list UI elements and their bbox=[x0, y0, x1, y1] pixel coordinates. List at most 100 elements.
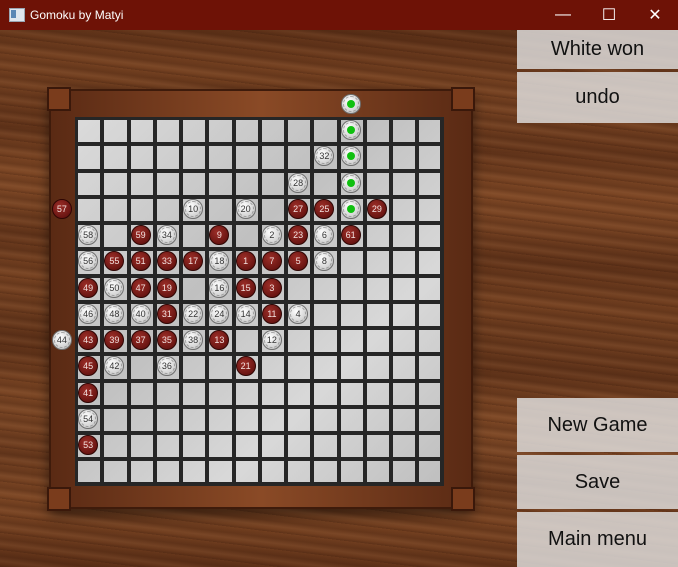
main-menu-button[interactable]: Main menu bbox=[517, 512, 678, 567]
stone-number: 53 bbox=[83, 440, 94, 451]
stone-number: 51 bbox=[135, 256, 146, 267]
stone-number: 21 bbox=[240, 361, 251, 372]
stone-number: 6 bbox=[321, 230, 327, 241]
stone-number: 58 bbox=[83, 230, 94, 241]
stone-number: 1 bbox=[243, 256, 249, 267]
stone-white: 34 bbox=[156, 225, 177, 246]
stone-number: 33 bbox=[161, 256, 172, 267]
stone-number: 14 bbox=[240, 308, 251, 319]
new-game-button[interactable]: New Game bbox=[517, 398, 678, 452]
win-marker bbox=[346, 152, 355, 161]
stone-white: 54 bbox=[78, 408, 99, 429]
stone-white: 44 bbox=[51, 330, 72, 351]
stone-number: 4 bbox=[295, 308, 301, 319]
stone-number: 12 bbox=[266, 335, 277, 346]
stone-number: 28 bbox=[293, 177, 304, 188]
stone-number: 35 bbox=[161, 335, 172, 346]
stone-number: 45 bbox=[83, 361, 94, 372]
app-icon bbox=[9, 8, 25, 22]
stone-white bbox=[340, 146, 361, 167]
stone-white bbox=[340, 120, 361, 141]
stone-number: 57 bbox=[56, 203, 67, 214]
stone-white: 14 bbox=[235, 303, 256, 324]
stone-red: 35 bbox=[156, 330, 177, 351]
stone-number: 46 bbox=[83, 308, 94, 319]
stone-red: 59 bbox=[130, 225, 151, 246]
stone-red: 27 bbox=[288, 198, 309, 219]
frame-corner bbox=[451, 87, 475, 111]
stone-number: 16 bbox=[214, 282, 225, 293]
stone-red: 41 bbox=[78, 382, 99, 403]
stone-white bbox=[340, 93, 361, 114]
stone-red: 37 bbox=[130, 330, 151, 351]
stone-white: 40 bbox=[130, 303, 151, 324]
status-button[interactable]: White won bbox=[517, 30, 678, 69]
stone-number: 10 bbox=[188, 203, 199, 214]
stone-number: 38 bbox=[188, 335, 199, 346]
stone-white: 28 bbox=[288, 172, 309, 193]
stone-number: 50 bbox=[109, 282, 120, 293]
stone-number: 40 bbox=[135, 308, 146, 319]
stone-number: 29 bbox=[371, 203, 382, 214]
stone-number: 22 bbox=[188, 308, 199, 319]
stone-number: 20 bbox=[240, 203, 251, 214]
stone-number: 24 bbox=[214, 308, 225, 319]
win-marker bbox=[346, 178, 355, 187]
win-marker bbox=[346, 99, 355, 108]
stone-number: 55 bbox=[109, 256, 120, 267]
stone-red: 51 bbox=[130, 251, 151, 272]
stone-number: 7 bbox=[269, 256, 275, 267]
game-area: 1 2 3 4 5 6 7 8 9 10 11 12 13 14 15 16 17 18 19 20 21 22 23 24 2… bbox=[0, 30, 678, 567]
minimize-button[interactable]: — bbox=[540, 0, 586, 30]
stone-number: 44 bbox=[56, 335, 67, 346]
stone-number: 42 bbox=[109, 361, 120, 372]
stone-number: 13 bbox=[214, 335, 225, 346]
stone-number: 37 bbox=[135, 335, 146, 346]
window-title: Gomoku by Matyi bbox=[30, 8, 124, 22]
stone-number: 56 bbox=[83, 256, 94, 267]
stone-white: 2 bbox=[261, 225, 282, 246]
stone-number: 61 bbox=[345, 230, 356, 241]
stone-number: 11 bbox=[267, 308, 277, 319]
stone-number: 2 bbox=[269, 230, 275, 241]
stone-number: 32 bbox=[319, 151, 330, 162]
stone-number: 41 bbox=[83, 387, 94, 398]
game-board[interactable] bbox=[75, 117, 444, 486]
stone-number: 54 bbox=[83, 413, 94, 424]
stone-red: 3 bbox=[261, 277, 282, 298]
stone-number: 18 bbox=[214, 256, 225, 267]
stone-white: 20 bbox=[235, 198, 256, 219]
stone-number: 8 bbox=[321, 256, 327, 267]
title-bar: Gomoku by Matyi — ☐ ✕ bbox=[0, 0, 678, 30]
stone-white: 50 bbox=[104, 277, 125, 298]
stone-number: 39 bbox=[109, 335, 120, 346]
stone-number: 48 bbox=[109, 308, 120, 319]
stone-number: 17 bbox=[188, 256, 199, 267]
stone-red: 15 bbox=[235, 277, 256, 298]
stone-white: 4 bbox=[288, 303, 309, 324]
stone-number: 34 bbox=[161, 230, 172, 241]
board-grid-lines bbox=[75, 117, 444, 486]
save-button[interactable]: Save bbox=[517, 455, 678, 509]
close-button[interactable]: ✕ bbox=[632, 0, 678, 30]
stone-number: 15 bbox=[240, 282, 251, 293]
win-marker bbox=[346, 126, 355, 135]
stone-white: 16 bbox=[209, 277, 230, 298]
stone-red: 19 bbox=[156, 277, 177, 298]
stone-red: 61 bbox=[340, 225, 361, 246]
stone-number: 25 bbox=[319, 203, 330, 214]
stone-white: 10 bbox=[183, 198, 204, 219]
stone-red: 49 bbox=[78, 277, 99, 298]
stone-red: 11 bbox=[261, 303, 282, 324]
undo-button[interactable]: undo bbox=[517, 72, 678, 123]
frame-corner bbox=[47, 487, 71, 511]
stone-red: 1 bbox=[235, 251, 256, 272]
stone-red: 57 bbox=[51, 198, 72, 219]
stone-number: 36 bbox=[161, 361, 172, 372]
stone-number: 3 bbox=[269, 282, 275, 293]
stone-number: 19 bbox=[161, 282, 172, 293]
stone-white: 46 bbox=[78, 303, 99, 324]
stone-red: 47 bbox=[130, 277, 151, 298]
maximize-button[interactable]: ☐ bbox=[586, 0, 632, 30]
stone-number: 27 bbox=[293, 203, 304, 214]
